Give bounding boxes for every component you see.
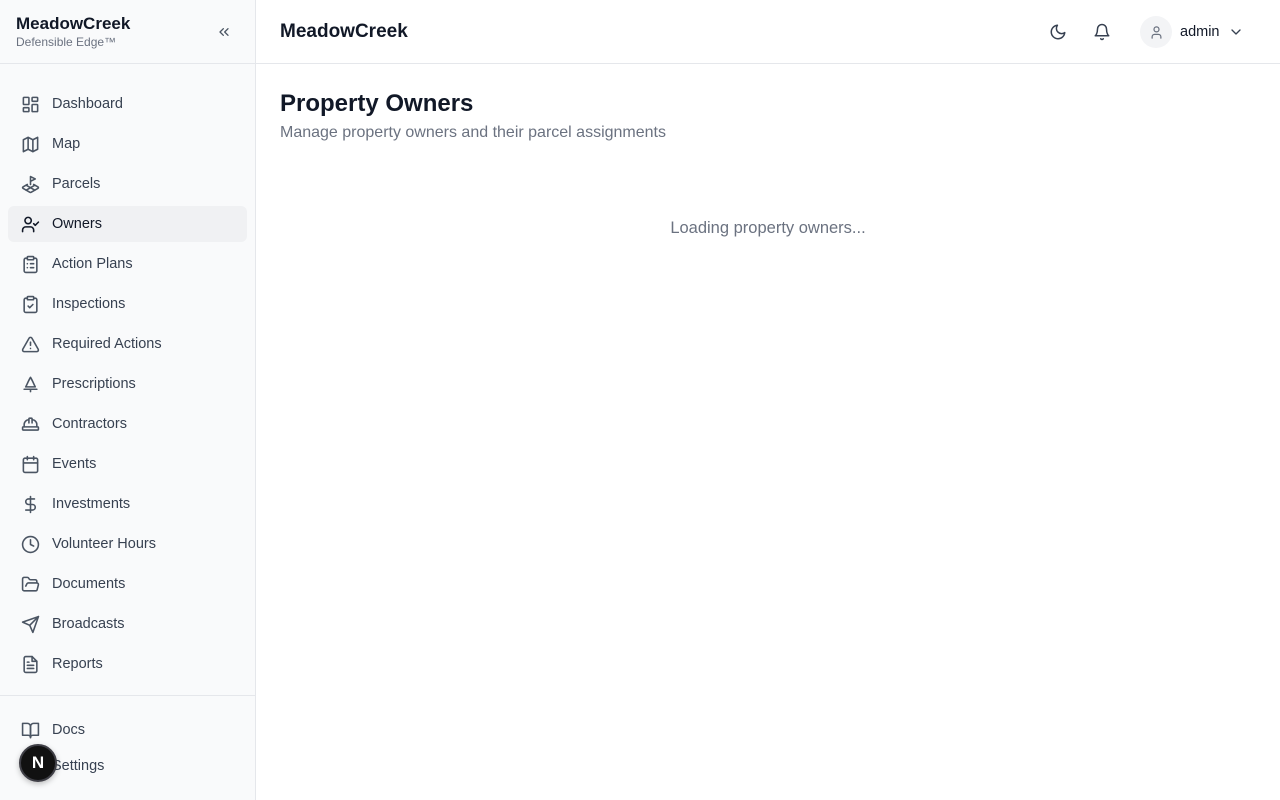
sidebar-item-documents[interactable]: Documents [8, 566, 247, 602]
sidebar-item-label: Prescriptions [52, 376, 136, 392]
page-title: Property Owners [280, 90, 474, 117]
fab-label: N [31, 753, 45, 772]
floating-action-button[interactable]: N [19, 744, 57, 782]
top-bar: MeadowCreek admin [256, 0, 1280, 64]
sidebar-item-docs[interactable]: Docs [8, 712, 247, 748]
sidebar-nav: Dashboard Map Parcels Owners Action Plan… [8, 86, 247, 686]
user-icon [1149, 25, 1164, 40]
sidebar-item-label: Parcels [52, 176, 101, 192]
sidebar-item-investments[interactable]: Investments [8, 486, 247, 522]
sidebar-item-parcels[interactable]: Parcels [8, 166, 247, 202]
clipboard-check-icon [20, 294, 40, 314]
chevron-down-icon [1228, 24, 1244, 40]
sidebar-item-reports[interactable]: Reports [8, 646, 247, 682]
user-menu[interactable]: admin [1140, 16, 1244, 48]
notifications-button[interactable] [1086, 16, 1118, 48]
brand: MeadowCreek Defensible Edge™ [0, 0, 255, 64]
sidebar-item-required-actions[interactable]: Required Actions [8, 326, 247, 362]
sidebar-item-label: Documents [52, 576, 126, 592]
sidebar-item-action-plans[interactable]: Action Plans [8, 246, 247, 282]
sidebar-item-label: Investments [52, 496, 131, 512]
sidebar-item-broadcasts[interactable]: Broadcasts [8, 606, 247, 642]
send-icon [20, 614, 40, 634]
sidebar-item-events[interactable]: Events [8, 446, 247, 482]
sidebar-item-label: Action Plans [52, 256, 133, 272]
calendar-icon [20, 454, 40, 474]
sidebar: MeadowCreek Defensible Edge™ Dashboard M… [0, 0, 256, 800]
book-open-icon [20, 720, 40, 740]
user-check-icon [20, 214, 40, 234]
sidebar-item-label: Owners [52, 216, 102, 232]
layout-dashboard-icon [20, 94, 40, 114]
header-title: MeadowCreek [280, 21, 408, 42]
land-plot-icon [20, 174, 40, 194]
theme-toggle-button[interactable] [1042, 16, 1074, 48]
sidebar-item-label: Map [52, 136, 81, 152]
chevrons-left-icon[interactable] [212, 20, 236, 44]
loading-message: Loading property owners... [670, 219, 866, 237]
sidebar-item-label: Contractors [52, 416, 127, 432]
sidebar-item-owners[interactable]: Owners [8, 206, 247, 242]
sidebar-item-inspections[interactable]: Inspections [8, 286, 247, 322]
sidebar-item-label: Settings [52, 758, 105, 774]
moon-icon [1049, 23, 1067, 41]
clipboard-list-icon [20, 254, 40, 274]
file-text-icon [20, 654, 40, 674]
sidebar-item-label: Reports [52, 656, 103, 672]
bell-icon [1093, 23, 1111, 41]
sidebar-item-label: Events [52, 456, 97, 472]
folder-open-icon [20, 574, 40, 594]
sidebar-item-label: Dashboard [52, 96, 123, 112]
sidebar-item-label: Volunteer Hours [52, 536, 156, 552]
avatar [1140, 16, 1172, 48]
clock-icon [20, 534, 40, 554]
brand-tagline: Defensible Edge™ [16, 35, 117, 49]
sidebar-item-dashboard[interactable]: Dashboard [8, 86, 247, 122]
sidebar-item-map[interactable]: Map [8, 126, 247, 162]
sidebar-item-label: Inspections [52, 296, 126, 312]
dollar-sign-icon [20, 494, 40, 514]
sidebar-item-volunteer-hours[interactable]: Volunteer Hours [8, 526, 247, 562]
hard-hat-icon [20, 414, 40, 434]
brand-name: MeadowCreek [16, 14, 131, 33]
alert-triangle-icon [20, 334, 40, 354]
page-subtitle: Manage property owners and their parcel … [280, 124, 666, 141]
sidebar-item-label: Docs [52, 722, 86, 738]
user-name: admin [1180, 24, 1220, 40]
tree-icon [20, 374, 40, 394]
sidebar-item-label: Broadcasts [52, 616, 125, 632]
map-icon [20, 134, 40, 154]
sidebar-item-label: Required Actions [52, 336, 162, 352]
sidebar-item-contractors[interactable]: Contractors [8, 406, 247, 442]
main-content: Property Owners Manage property owners a… [256, 64, 1280, 800]
sidebar-item-prescriptions[interactable]: Prescriptions [8, 366, 247, 402]
